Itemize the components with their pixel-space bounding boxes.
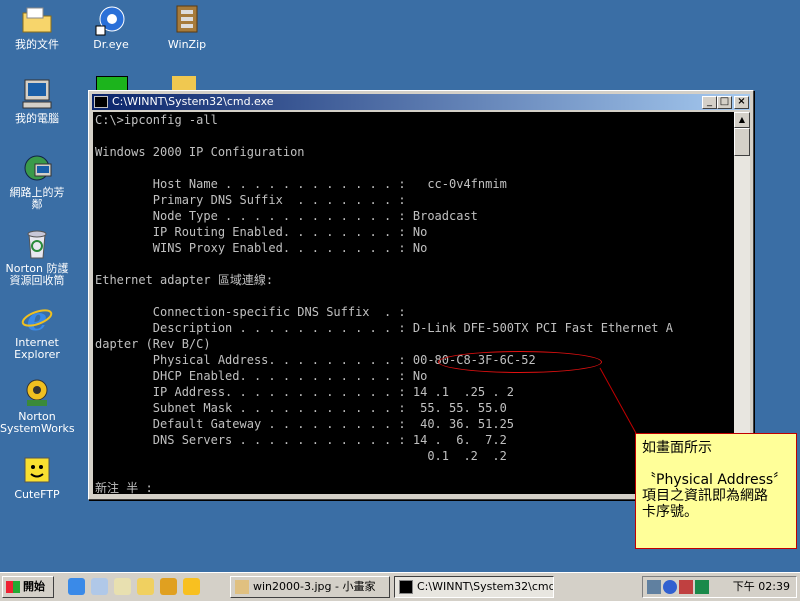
paint-icon	[235, 580, 249, 594]
recycle-bin-icon	[21, 228, 53, 260]
taskbar-button-cmd[interactable]: C:\WINNT\System32\cmd....	[394, 576, 554, 598]
console-line: Windows 2000 IP Configuration	[95, 145, 305, 159]
dreye-tray-icon[interactable]	[663, 580, 677, 594]
task-label: win2000-3.jpg - 小畫家	[253, 580, 376, 593]
desktop-icon-recycle-bin[interactable]: Norton 防護 資源回收筒	[0, 228, 74, 287]
note-line: 卡序號。	[642, 504, 698, 520]
start-button[interactable]: 開始	[2, 576, 54, 598]
close-button[interactable]: ×	[734, 96, 749, 109]
hidden-folder-icon	[172, 76, 196, 90]
desktop-icon-label: CuteFTP	[14, 488, 60, 501]
console-line: IP Routing Enabled. . . . . . . . : No	[95, 225, 428, 239]
pen-quicklaunch-icon[interactable]	[160, 578, 177, 595]
task-label: C:\WINNT\System32\cmd....	[417, 580, 554, 593]
console-line: IP Address. . . . . . . . . . . . : 14 .…	[95, 385, 515, 399]
title-bar[interactable]: C:\WINNT\System32\cmd.exe _ □ ×	[92, 94, 750, 110]
ime-tray-icon[interactable]	[695, 580, 709, 594]
clock[interactable]: 下午 02:39	[733, 577, 790, 597]
desktop-icon-label: WinZip	[167, 38, 207, 51]
winzip-icon	[171, 4, 203, 36]
console-line: Default Gateway . . . . . . . . . : 40. …	[95, 417, 515, 431]
console-line: dapter (Rev B/C)	[95, 337, 211, 351]
desktop-icon-label: Norton SystemWorks	[0, 410, 75, 435]
media-quicklaunch-icon[interactable]	[183, 578, 200, 595]
desktop-icon-label: Norton 防護 資源回收筒	[5, 262, 69, 287]
callout-note: 如畫面所示 〝Physical Address〞 項目之資訊即為網路 卡序號。	[635, 433, 797, 549]
desktop-icon-label: 網路上的芳 鄰	[9, 186, 65, 211]
scroll-thumb[interactable]	[734, 128, 750, 156]
desktop-icon-network[interactable]: 網路上的芳 鄰	[0, 152, 74, 211]
console-line: C:\>ipconfig -all	[95, 113, 218, 127]
folder-icon	[21, 4, 53, 36]
system-tray: 下午 02:39	[642, 576, 797, 598]
desktop-icon-my-documents[interactable]: 我的文件	[0, 4, 74, 51]
desktop-icon-label: Internet Explorer	[14, 336, 60, 361]
desktop-icon-label: Dr.eye	[93, 38, 129, 51]
explorer-quicklaunch-icon[interactable]	[91, 578, 108, 595]
console-line: DHCP Enabled. . . . . . . . . . . : No	[95, 369, 428, 383]
scroll-up-arrow-icon[interactable]: ▲	[734, 112, 750, 128]
search-quicklaunch-icon[interactable]	[137, 578, 154, 595]
console-line: Connection-specific DNS Suffix . :	[95, 305, 406, 319]
start-label: 開始	[23, 580, 45, 593]
note-line: 如畫面所示	[642, 440, 712, 456]
maximize-button[interactable]: □	[717, 96, 732, 109]
cuteftp-icon	[21, 454, 53, 486]
console-line: Ethernet adapter 區域連線:	[95, 273, 274, 287]
desktop-icon-cuteftp[interactable]: CuteFTP	[0, 454, 74, 501]
desktop-icon-norton-systemworks[interactable]: Norton SystemWorks	[0, 376, 75, 435]
desktop-icon-label: 我的電腦	[15, 112, 59, 125]
console-line: Host Name . . . . . . . . . . . . : cc-0…	[95, 177, 507, 191]
ie-quicklaunch-icon[interactable]	[68, 578, 85, 595]
taskbar: 開始 win2000-3.jpg - 小畫家 C:\WINNT\System32…	[0, 572, 800, 601]
console-line: Subnet Mask . . . . . . . . . . . : 55. …	[95, 401, 507, 415]
cmd-icon[interactable]	[94, 96, 108, 108]
console-line: 0.1 .2 .2	[95, 449, 507, 463]
desktop-icon-my-computer[interactable]: 我的電腦	[0, 78, 74, 125]
pen-tray-icon[interactable]	[679, 580, 693, 594]
computer-icon	[21, 78, 53, 110]
console-line: DNS Servers . . . . . . . . . . . : 14 .…	[95, 433, 507, 447]
network-tray-icon[interactable]	[647, 580, 661, 594]
console-line: WINS Proxy Enabled. . . . . . . . : No	[95, 241, 428, 255]
console-line: 新注 半 :	[95, 481, 153, 494]
dreye-icon	[95, 4, 127, 36]
norton-icon	[21, 376, 53, 408]
taskbar-button-paint[interactable]: win2000-3.jpg - 小畫家	[230, 576, 390, 598]
console-line: Description . . . . . . . . . . . : D-Li…	[95, 321, 673, 335]
desktop-quicklaunch-icon[interactable]	[114, 578, 131, 595]
note-line: 項目之資訊即為網路	[642, 488, 768, 504]
note-line: 〝Physical Address〞	[642, 472, 788, 488]
console-line: Primary DNS Suffix . . . . . . . :	[95, 193, 406, 207]
window-title: C:\WINNT\System32\cmd.exe	[112, 95, 274, 108]
highlight-ellipse	[438, 351, 602, 373]
desktop-icon-winzip[interactable]: WinZip	[150, 4, 224, 51]
desktop-icon-label: 我的文件	[15, 38, 59, 51]
ie-icon: e	[21, 300, 53, 338]
network-icon	[21, 152, 53, 184]
desktop-icon-internet-explorer[interactable]: e Internet Explorer	[0, 300, 74, 361]
console-line: Node Type . . . . . . . . . . . . : Broa…	[95, 209, 478, 223]
cmd-icon	[399, 580, 413, 594]
desktop-icon-dreye[interactable]: Dr.eye	[74, 4, 148, 51]
windows-logo-icon	[6, 581, 20, 593]
minimize-button[interactable]: _	[702, 96, 717, 109]
svg-text:e: e	[27, 302, 47, 334]
